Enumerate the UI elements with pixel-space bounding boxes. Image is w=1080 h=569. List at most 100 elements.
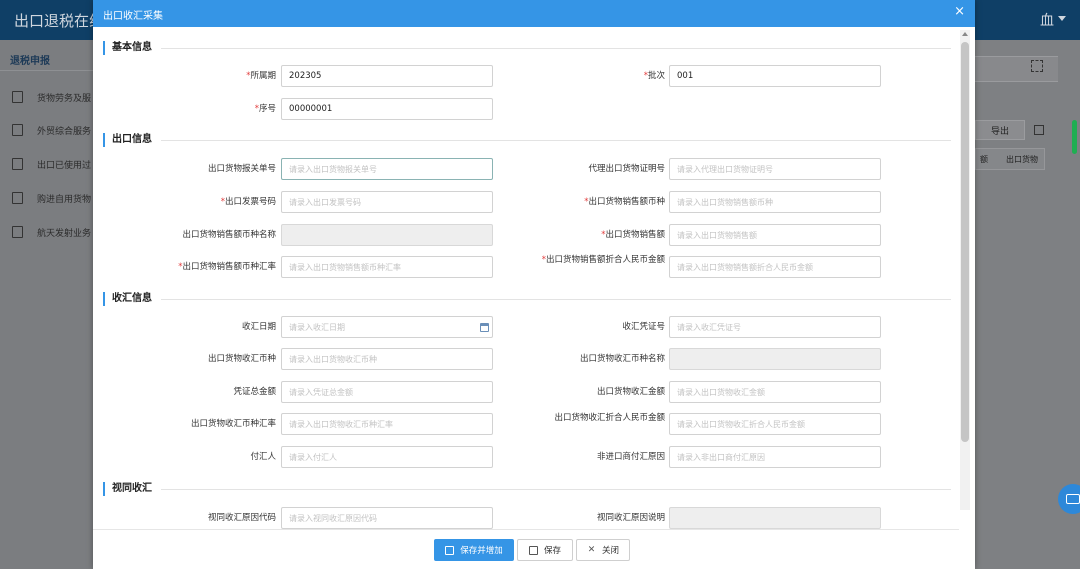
dialog-footer-divider [93,529,959,530]
sidebar-divider [0,70,95,71]
sales-currency-label: *出口货物销售额币种 [584,197,665,207]
non-importer-reason-label: 非进口商付汇原因 [596,452,665,462]
document-icon [12,124,23,136]
period-input[interactable] [281,65,493,87]
collect-amount-label: 出口货物收汇金额 [596,387,665,397]
voucher-total-input[interactable] [281,381,493,403]
user-avatar[interactable]: 血 [1040,10,1054,30]
export-button-label: 导出 [990,126,1009,137]
sidebar: 退税申报 货物劳务及服 外贸综合服务 出口已使用过 购进自用货物 航天发射业务 [0,40,95,569]
save-and-add-label: 保存并增加 [460,546,503,556]
sidebar-item-goods[interactable]: 货物劳务及服 [12,88,95,106]
section-title-export: 出口信息 [103,133,152,147]
document-icon [12,226,23,238]
chevron-down-icon[interactable] [1058,16,1066,21]
voucher-no-label: 收汇凭证号 [622,322,665,332]
sales-rmb-input[interactable] [669,256,881,278]
sidebar-item-label: 购进自用货物 [37,194,92,205]
sidebar-item-label: 外贸综合服务 [37,126,92,137]
section-divider [161,299,951,300]
collect-currency-name-input [669,348,881,370]
section-divider [161,48,951,49]
agent-cert-no-input[interactable] [669,158,881,180]
collect-rate-label: 出口货物收汇币种汇率 [190,419,276,429]
customs-no-label: 出口货物报关单号 [207,164,276,174]
batch-input[interactable] [669,65,881,87]
collect-rmb-input[interactable] [669,413,881,435]
document-icon [12,192,23,204]
dialog-scrollbar[interactable] [960,30,970,510]
app-title: 出口退税在线 [14,12,105,30]
sidebar-item-trade[interactable]: 外贸综合服务 [12,121,95,139]
voucher-total-label: 凭证总金额 [233,387,276,397]
save-add-icon [445,545,455,555]
collect-currency-label: 出口货物收汇币种 [207,354,276,364]
seq-input[interactable] [281,98,493,120]
sales-currency-input[interactable] [669,191,881,213]
close-icon: ✕ [587,544,596,555]
close-icon[interactable]: × [954,5,965,19]
export-collection-dialog: 出口收汇采集 × 基本信息 *所属期 *批次 *序号 出口信息 出口货物报关单号… [93,0,975,569]
sidebar-item-label: 航天发射业务 [37,228,92,239]
truck-icon [12,91,23,103]
sidebar-item-aerospace[interactable]: 航天发射业务 [12,223,95,241]
expand-icon[interactable] [1031,60,1043,72]
agent-cert-no-label: 代理出口货物证明号 [588,164,665,174]
payer-input[interactable] [281,446,493,468]
scroll-up-icon[interactable] [962,32,968,36]
seq-label: *序号 [254,104,276,114]
sidebar-item-label: 货物劳务及服 [37,93,92,104]
sales-rate-label: *出口货物销售额币种汇率 [178,262,276,272]
sidebar-item-used[interactable]: 出口已使用过 [12,155,95,173]
voucher-no-input[interactable] [669,316,881,338]
sales-amount-input[interactable] [669,224,881,246]
document-icon [12,158,23,170]
collect-rate-input[interactable] [281,413,493,435]
customs-no-input[interactable] [281,158,493,180]
chat-button[interactable] [1058,484,1080,514]
deemed-reason-desc-label: 视同收汇原因说明 [596,513,665,523]
chat-icon [1066,494,1080,504]
export-button[interactable]: 导出 [975,120,1025,140]
toolbar-panel [975,56,1058,82]
table-header-cell: 额 [980,155,988,164]
sidebar-item-purchase[interactable]: 购进自用货物 [12,189,95,207]
section-divider [161,140,951,141]
save-icon [528,545,538,555]
batch-label: *批次 [643,71,665,81]
collect-rmb-label: 出口货物收汇折合人民币金额 [554,413,665,423]
save-and-add-button[interactable]: 保存并增加 [434,539,514,561]
collect-currency-name-label: 出口货物收汇币种名称 [579,354,665,364]
section-title-collection: 收汇信息 [103,292,152,306]
sales-currency-name-input [281,224,493,246]
table-header-cell: 出口货物 [1006,155,1038,164]
section-divider [161,489,951,490]
sales-currency-name-label: 出口货物销售额币种名称 [182,230,276,240]
invoice-no-label: *出口发票号码 [220,197,276,207]
page-scrollbar-thumb[interactable] [1072,120,1077,154]
section-title-deemed: 视同收汇 [103,482,152,496]
calendar-icon[interactable] [480,323,489,332]
save-label: 保存 [543,546,561,556]
collect-date-label: 收汇日期 [241,322,276,332]
collect-date-input[interactable] [281,316,493,338]
invoice-no-input[interactable] [281,191,493,213]
grid-icon[interactable] [1034,125,1044,135]
sales-amount-label: *出口货物销售额 [601,230,665,240]
close-button[interactable]: ✕ 关闭 [576,539,630,561]
save-button[interactable]: 保存 [517,539,573,561]
sidebar-title: 退税申报 [10,56,50,67]
non-importer-reason-input[interactable] [669,446,881,468]
payer-label: 付汇人 [250,452,276,462]
sales-rmb-label: *出口货物销售额折合人民币金额 [541,255,665,265]
period-label: *所属期 [246,71,276,81]
dialog-scrollbar-thumb[interactable] [961,42,969,442]
dialog-title: 出口收汇采集 [103,11,163,22]
collect-currency-input[interactable] [281,348,493,370]
sidebar-item-label: 出口已使用过 [37,160,92,171]
sales-rate-input[interactable] [281,256,493,278]
collect-amount-input[interactable] [669,381,881,403]
deemed-reason-desc-input [669,507,881,529]
deemed-reason-code-input[interactable] [281,507,493,529]
close-label: 关闭 [601,546,619,556]
